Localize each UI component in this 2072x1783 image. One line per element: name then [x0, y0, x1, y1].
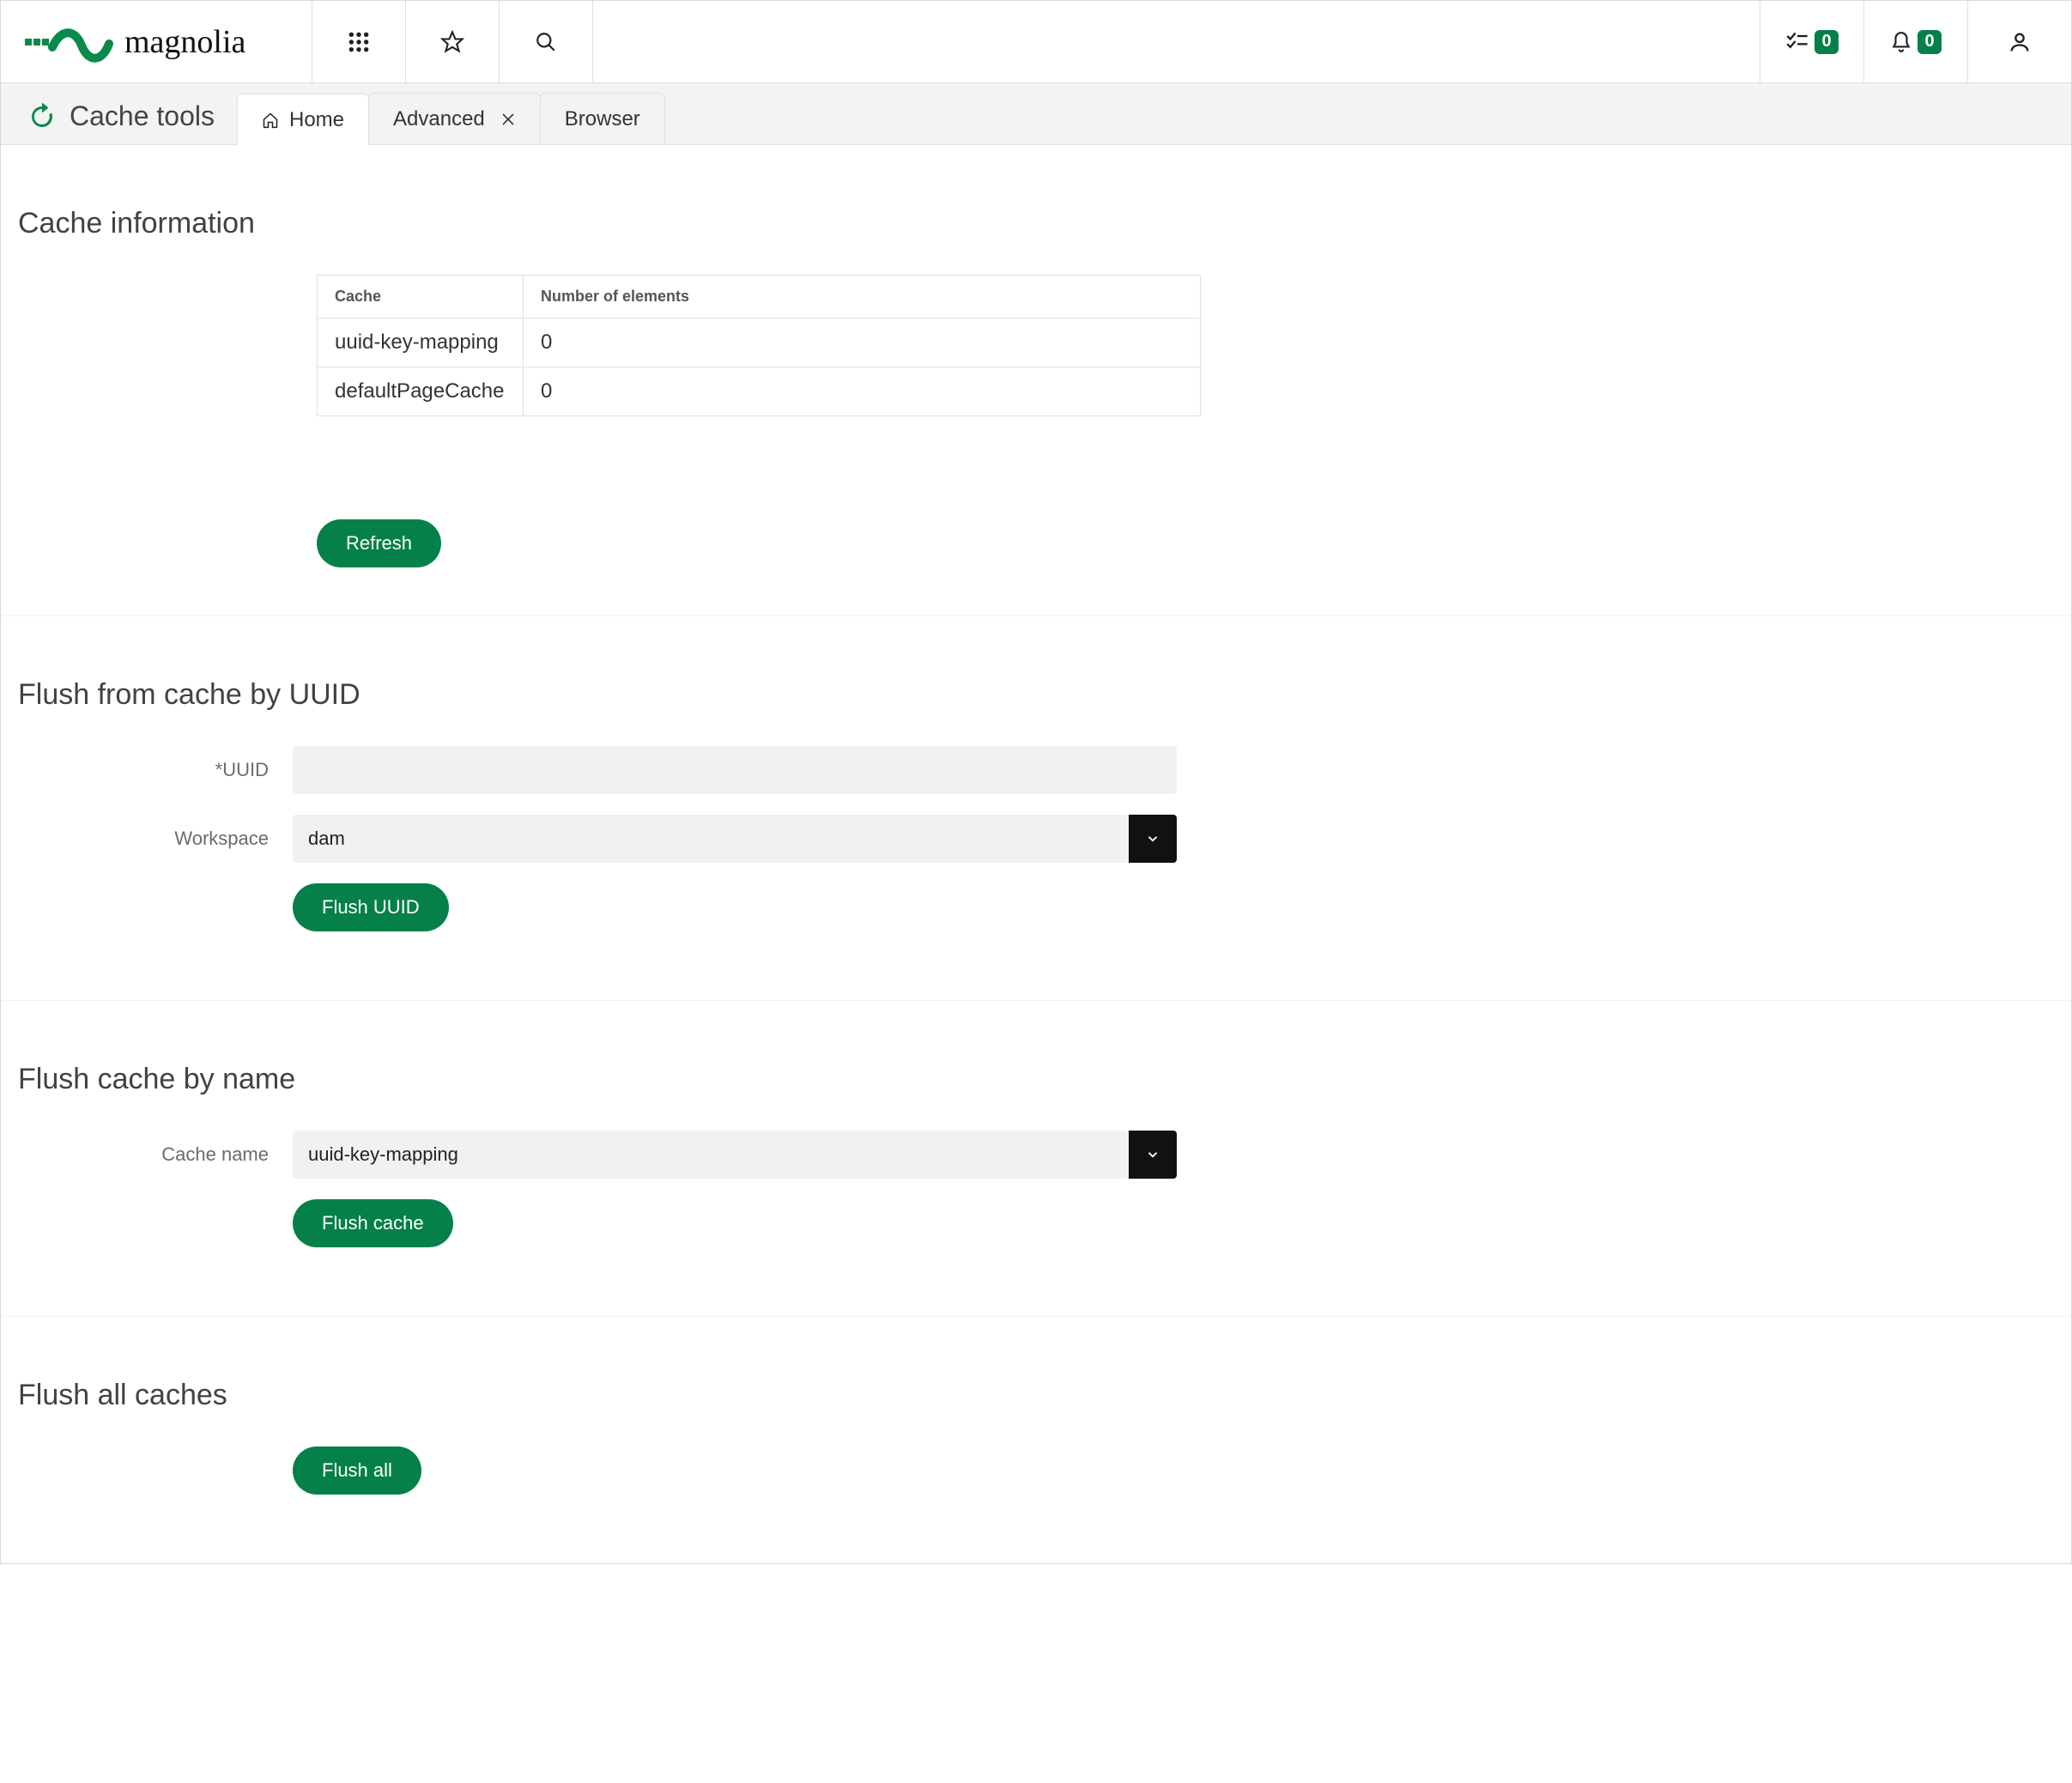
- cache-name-select[interactable]: uuid-key-mapping: [293, 1131, 1177, 1179]
- cache-name-label: Cache name: [18, 1143, 293, 1166]
- section-flush-all: Flush all caches Flush all: [1, 1316, 2071, 1563]
- tab-home[interactable]: Home: [237, 94, 369, 145]
- workspace-select[interactable]: dam: [293, 815, 1177, 863]
- header-right: 0 0: [1760, 1, 2071, 82]
- close-icon[interactable]: [500, 112, 516, 127]
- uuid-input[interactable]: [293, 746, 1177, 794]
- flush-uuid-button[interactable]: Flush UUID: [293, 883, 449, 931]
- section-cache-info: Cache information Cache Number of elemen…: [1, 145, 2071, 616]
- subheader: Cache tools Home Advanced Browser: [1, 83, 2071, 145]
- cache-info-title: Cache information: [18, 207, 2054, 240]
- notifications-icon[interactable]: 0: [1864, 1, 1967, 82]
- refresh-button[interactable]: Refresh: [317, 519, 441, 567]
- notifications-badge: 0: [1918, 30, 1942, 54]
- flush-cache-button[interactable]: Flush cache: [293, 1199, 453, 1247]
- tab-browser[interactable]: Browser: [540, 93, 665, 144]
- favorite-icon[interactable]: [406, 1, 499, 82]
- tasks-badge: 0: [1815, 30, 1839, 54]
- magnolia-logo-icon: magnolia: [25, 18, 291, 66]
- top-header: magnolia 0 0: [1, 1, 2071, 83]
- uuid-label: *UUID: [18, 759, 293, 781]
- user-icon[interactable]: [1968, 1, 2071, 82]
- flush-uuid-title: Flush from cache by UUID: [18, 678, 2054, 712]
- refresh-icon: [27, 101, 58, 132]
- flush-all-button[interactable]: Flush all: [293, 1446, 421, 1495]
- magnolia-logo: magnolia: [1, 1, 312, 82]
- app-title: Cache tools: [27, 100, 215, 144]
- cache-table: Cache Number of elements uuid-key-mappin…: [317, 275, 1201, 416]
- flush-name-title: Flush cache by name: [18, 1063, 2054, 1096]
- tab-advanced[interactable]: Advanced: [368, 93, 541, 144]
- flush-all-title: Flush all caches: [18, 1379, 2054, 1412]
- svg-text:magnolia: magnolia: [124, 24, 246, 60]
- search-icon[interactable]: [500, 1, 592, 82]
- tasks-icon[interactable]: 0: [1760, 1, 1863, 82]
- col-count: Number of elements: [524, 276, 1201, 318]
- workspace-label: Workspace: [18, 828, 293, 850]
- content: Cache information Cache Number of elemen…: [1, 145, 2071, 1563]
- home-icon: [262, 112, 279, 129]
- table-row: uuid-key-mapping 0: [318, 318, 1201, 367]
- section-flush-uuid: Flush from cache by UUID *UUID Workspace…: [1, 616, 2071, 1000]
- table-row: defaultPageCache 0: [318, 367, 1201, 416]
- chevron-down-icon[interactable]: [1129, 815, 1177, 863]
- col-cache: Cache: [318, 276, 524, 318]
- app-frame: magnolia 0 0: [0, 0, 2072, 1564]
- tabs: Home Advanced Browser: [237, 93, 664, 144]
- chevron-down-icon[interactable]: [1129, 1131, 1177, 1179]
- section-flush-name: Flush cache by name Cache name uuid-key-…: [1, 1000, 2071, 1316]
- apps-icon[interactable]: [312, 1, 405, 82]
